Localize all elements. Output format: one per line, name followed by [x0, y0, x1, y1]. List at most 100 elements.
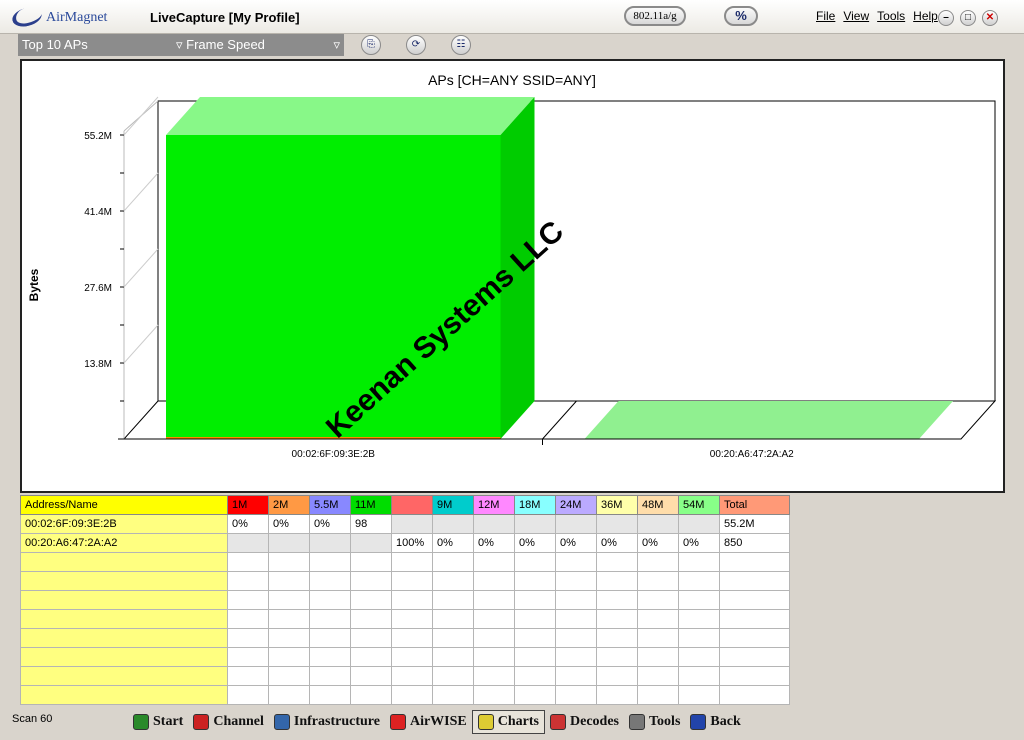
table-row[interactable]: 00:20:A6:47:2A:A2 100% 0% 0% 0% 0% 0% 0% 0% 850 — [20, 533, 790, 553]
table-cell — [227, 571, 269, 591]
close-icon[interactable]: ✕ — [982, 10, 998, 26]
table-cell — [20, 552, 228, 572]
column-header[interactable]: Total — [719, 495, 790, 515]
maximize-icon[interactable]: □ — [960, 10, 976, 26]
table-cell — [555, 685, 597, 705]
table-cell — [473, 552, 515, 572]
nav-start[interactable]: Start — [128, 710, 188, 734]
table-row[interactable]: 00:02:6F:09:3E:2B 0% 0% 0% 98 55.2M — [20, 514, 790, 534]
column-header[interactable]: 12M — [473, 495, 515, 515]
table-cell: 98 — [350, 514, 392, 534]
table-cell — [637, 628, 679, 648]
column-header[interactable]: 24M — [555, 495, 597, 515]
x-slot-divider — [542, 400, 577, 440]
table-cell — [596, 628, 638, 648]
menu-file[interactable]: File — [816, 9, 835, 23]
column-header[interactable]: 1M — [227, 495, 269, 515]
nav-label: Decodes — [570, 714, 619, 729]
table-cell — [473, 685, 515, 705]
table-cell — [555, 666, 597, 686]
nav-airwise[interactable]: AirWISE — [385, 710, 472, 734]
column-header[interactable]: 5.5M — [309, 495, 351, 515]
table-cell — [432, 514, 474, 534]
metric-select[interactable]: ▿ Frame Speed — [176, 37, 265, 53]
table-cell — [473, 666, 515, 686]
table-cell — [514, 609, 556, 629]
table-cell — [20, 571, 228, 591]
menu-tools[interactable]: Tools — [877, 9, 905, 23]
table-cell — [678, 628, 720, 648]
chart-selector[interactable]: Top 10 APs ▿ Frame Speed ▿ — [18, 34, 344, 56]
table-cell — [596, 609, 638, 629]
column-header[interactable]: 48M — [637, 495, 679, 515]
table-cell — [227, 552, 269, 572]
export-icon[interactable]: ⎘ — [361, 35, 381, 55]
table-cell — [637, 647, 679, 667]
table-cell: 100% — [391, 533, 433, 553]
table-cell — [309, 571, 351, 591]
table-cell — [309, 647, 351, 667]
channel-icon — [193, 714, 210, 730]
band-selector-button[interactable]: 802.11a/g — [624, 6, 686, 26]
table-cell — [719, 609, 790, 629]
table-cell — [678, 514, 720, 534]
table-cell: 0% — [309, 514, 351, 534]
column-header[interactable]: 54M — [678, 495, 720, 515]
minimize-icon[interactable]: – — [938, 10, 954, 26]
table-cell — [473, 514, 515, 534]
table-cell — [391, 552, 433, 572]
table-cell — [227, 628, 269, 648]
table-cell — [268, 666, 310, 686]
refresh-icon[interactable]: ⟳ — [406, 35, 426, 55]
table-cell — [637, 685, 679, 705]
column-header[interactable]: 36M — [596, 495, 638, 515]
nav-label: Back — [710, 714, 741, 729]
nav-label: AirWISE — [409, 714, 467, 729]
table-cell — [596, 647, 638, 667]
table-cell — [20, 647, 228, 667]
column-header[interactable]: 2M — [268, 495, 310, 515]
y-tick-label: 41.4M — [84, 207, 112, 218]
table-cell — [473, 628, 515, 648]
table-cell — [432, 571, 474, 591]
table-cell — [719, 552, 790, 572]
table-cell — [473, 647, 515, 667]
nav-decodes[interactable]: Decodes — [545, 710, 624, 734]
table-cell — [268, 552, 310, 572]
bar-front — [166, 135, 501, 439]
table-cell — [268, 571, 310, 591]
report-select[interactable]: Top 10 APs — [22, 37, 88, 52]
column-header[interactable]: 11M — [350, 495, 392, 515]
table-cell — [514, 571, 556, 591]
table-cell — [432, 552, 474, 572]
table-cell — [309, 685, 351, 705]
nav-tools[interactable]: Tools — [624, 710, 685, 734]
column-header[interactable] — [391, 495, 433, 515]
ap-address-cell: 00:20:A6:47:2A:A2 — [20, 533, 228, 553]
table-cell — [473, 590, 515, 610]
menu-help[interactable]: Help — [913, 9, 938, 23]
nav-channel[interactable]: Channel — [188, 710, 269, 734]
table-cell — [20, 590, 228, 610]
nav-infrastructure[interactable]: Infrastructure — [269, 710, 385, 734]
legend-icon[interactable]: ☷ — [451, 35, 471, 55]
table-cell — [227, 647, 269, 667]
column-header[interactable]: Address/Name — [20, 495, 228, 515]
table-cell — [719, 571, 790, 591]
table-cell — [432, 590, 474, 610]
table-header-row: Address/Name 1M 2M 5.5M 11M 9M 12M 18M 24M 36M 48M… — [20, 495, 790, 515]
column-header[interactable]: 9M — [432, 495, 474, 515]
nav-charts[interactable]: Charts — [471, 710, 545, 734]
table-cell — [391, 666, 433, 686]
table-cell — [432, 685, 474, 705]
menu-view[interactable]: View — [843, 9, 869, 23]
nav-back[interactable]: Back — [685, 710, 745, 734]
column-header[interactable]: 18M — [514, 495, 556, 515]
table-cell — [391, 514, 433, 534]
table-cell — [596, 514, 638, 534]
y-tick-label: 55.2M — [84, 131, 112, 142]
chevron-down-icon[interactable]: ▿ — [333, 37, 340, 53]
table-cell — [268, 685, 310, 705]
percent-toggle-button[interactable]: % — [724, 6, 758, 26]
table-cell — [596, 590, 638, 610]
